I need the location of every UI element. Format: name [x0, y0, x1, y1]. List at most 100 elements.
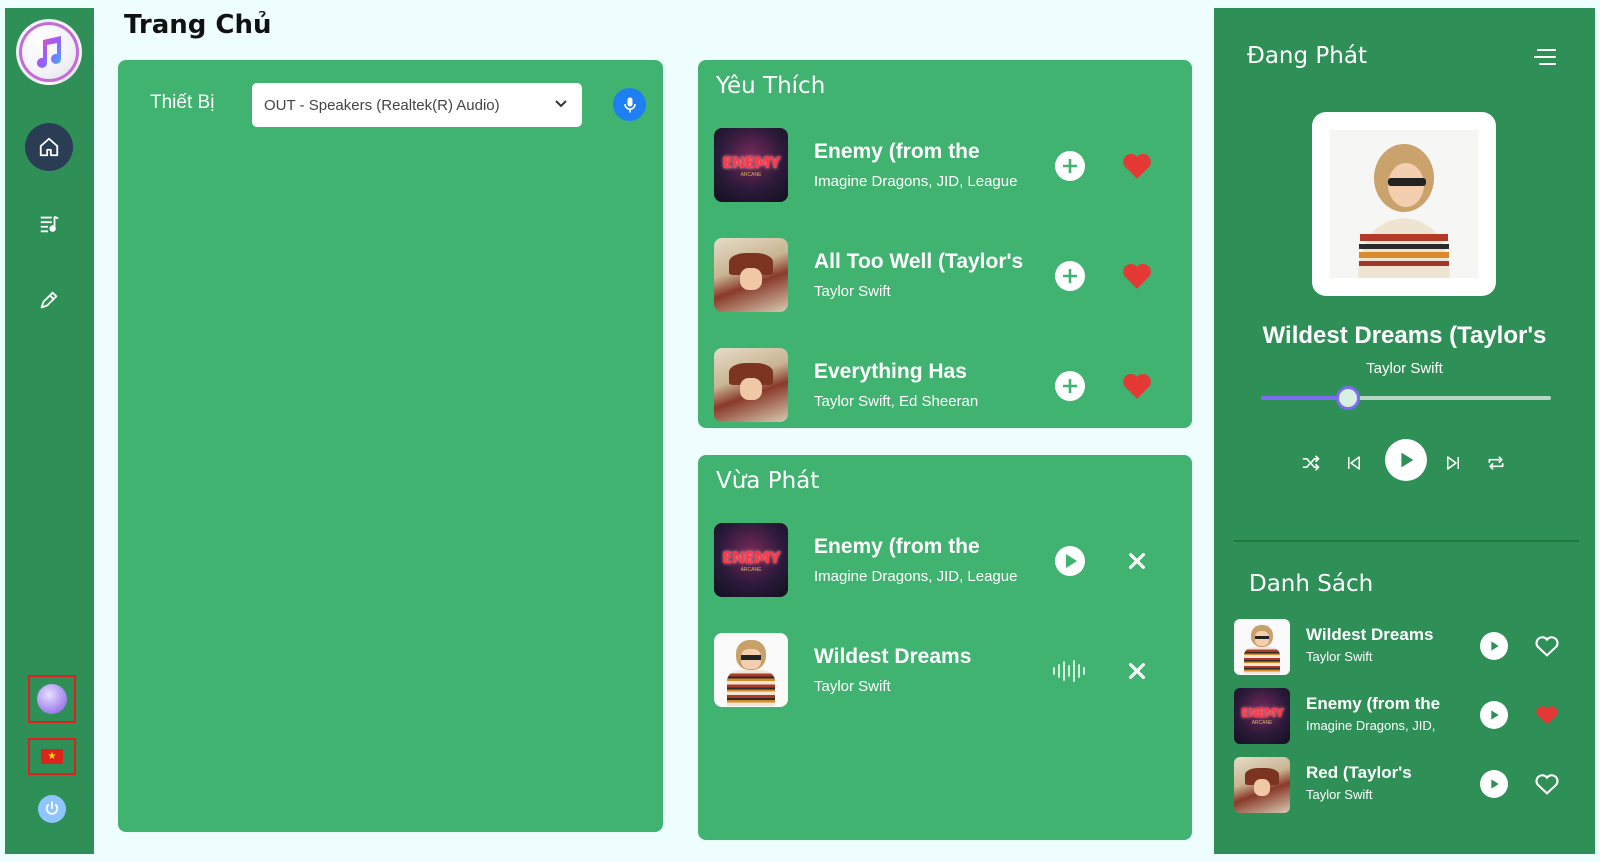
play-button[interactable]	[1480, 632, 1508, 660]
next-button[interactable]	[1442, 452, 1464, 474]
page-title: Trang Chủ	[124, 10, 272, 40]
chevron-down-icon	[555, 100, 567, 108]
song-cover	[714, 633, 788, 707]
song-title: Enemy (from the	[814, 535, 980, 558]
song-title: Wildest Dreams	[1306, 625, 1434, 644]
album-art	[1330, 130, 1478, 278]
song-cover	[714, 238, 788, 312]
skip-next-icon	[1447, 456, 1459, 470]
power-button[interactable]	[38, 795, 66, 823]
theme-toggle[interactable]	[28, 675, 76, 723]
menu-icon[interactable]	[1534, 48, 1556, 66]
add-icon[interactable]	[1054, 150, 1086, 182]
language-toggle[interactable]: ★	[28, 738, 76, 775]
vietnam-flag-icon: ★	[41, 749, 63, 764]
device-select-value: OUT - Speakers (Realtek(R) Audio)	[264, 96, 500, 114]
recent-song-row[interactable]: ENEMY ARCANE Enemy (from the Imagine Drag…	[714, 523, 1184, 597]
song-artist: Taylor Swift	[1306, 649, 1373, 664]
play-button[interactable]	[1385, 439, 1427, 481]
queue-row[interactable]: Wildest Dreams Taylor Swift	[1234, 619, 1579, 675]
sidebar: ★	[5, 8, 94, 854]
song-cover: ENEMY ARCANE	[1234, 688, 1290, 744]
play-icon	[1401, 452, 1414, 468]
skip-previous-icon	[1348, 456, 1360, 470]
song-cover	[1234, 757, 1290, 813]
song-title: Wildest Dreams	[814, 645, 972, 668]
album-cover	[1312, 112, 1496, 296]
like-button[interactable]	[1532, 700, 1562, 730]
recent-song-row[interactable]: Wildest Dreams Taylor Swift	[714, 633, 1184, 707]
favorites-panel: Yêu Thích ENEMY ARCANE Enemy (from the Im…	[698, 60, 1192, 428]
repeat-icon	[1488, 456, 1504, 470]
favorite-song-row[interactable]: Everything Has Taylor Swift, Ed Sheeran	[714, 348, 1184, 422]
queue-title: Danh Sách	[1249, 571, 1374, 597]
heart-outline-icon	[1535, 636, 1559, 657]
song-title: Everything Has	[814, 360, 967, 383]
favorite-song-row[interactable]: ENEMY ARCANE Enemy (from the Imagine Drag…	[714, 128, 1184, 202]
add-icon[interactable]	[1054, 370, 1086, 402]
progress-track[interactable]	[1261, 386, 1551, 410]
music-list-icon	[40, 215, 59, 233]
song-artist: Taylor Swift, Ed Sheeran	[814, 393, 979, 410]
pen-icon	[40, 291, 58, 309]
remove-button[interactable]	[1119, 543, 1155, 579]
queue-row[interactable]: Red (Taylor's Taylor Swift	[1234, 757, 1579, 813]
song-artist: Taylor Swift	[814, 678, 891, 695]
song-artist: Imagine Dragons, JID, League	[814, 568, 1018, 585]
play-button[interactable]	[1480, 701, 1508, 729]
power-icon	[45, 801, 59, 815]
heart-button[interactable]	[1119, 148, 1155, 184]
song-artist: Imagine Dragons, JID,	[1306, 718, 1436, 733]
now-playing-title: Wildest Dreams (Taylor's	[1262, 322, 1547, 349]
heart-button[interactable]	[1119, 368, 1155, 404]
sidebar-item-home[interactable]	[25, 123, 73, 171]
song-artist: Taylor Swift	[1306, 787, 1373, 802]
song-cover: ENEMY ARCANE	[714, 523, 788, 597]
song-cover	[714, 348, 788, 422]
remove-button[interactable]	[1119, 653, 1155, 689]
heart-filled-icon	[1123, 153, 1151, 179]
song-artist: Taylor Swift	[814, 283, 891, 300]
song-cover: ENEMY ARCANE	[714, 128, 788, 202]
sidebar-item-edit[interactable]	[25, 276, 73, 324]
favorite-song-row[interactable]: All Too Well (Taylor's Taylor Swift	[714, 238, 1184, 312]
previous-button[interactable]	[1343, 452, 1365, 474]
device-select[interactable]: OUT - Speakers (Realtek(R) Audio)	[252, 83, 582, 127]
like-button[interactable]	[1532, 631, 1562, 661]
device-label: Thiết Bị	[150, 92, 215, 113]
song-title: Red (Taylor's	[1306, 763, 1412, 782]
progress-handle[interactable]	[1336, 386, 1360, 410]
sidebar-item-playlist[interactable]	[25, 200, 73, 248]
song-title: Enemy (from the	[814, 140, 980, 163]
repeat-button[interactable]	[1485, 452, 1507, 474]
heart-filled-icon	[1536, 706, 1558, 725]
play-icon	[1491, 710, 1499, 720]
like-button[interactable]	[1532, 769, 1562, 799]
play-icon	[1491, 641, 1499, 651]
progress-fill	[1261, 396, 1348, 400]
recent-panel: Vừa Phát ENEMY ARCANE Enemy (from the Ima…	[698, 455, 1192, 840]
sound-wave-icon	[1053, 660, 1085, 682]
music-note-icon	[37, 36, 61, 68]
device-panel: Thiết Bị OUT - Speakers (Realtek(R) Audi…	[118, 60, 663, 832]
close-icon	[1128, 662, 1146, 680]
shuffle-button[interactable]	[1300, 452, 1322, 474]
now-playing-artist: Taylor Swift	[1366, 360, 1443, 377]
add-icon[interactable]	[1054, 260, 1086, 292]
heart-outline-icon	[1535, 774, 1559, 795]
moon-icon	[37, 684, 67, 714]
song-title: All Too Well (Taylor's	[814, 250, 1024, 273]
microphone-icon	[623, 97, 636, 112]
song-title: Enemy (from the	[1306, 694, 1441, 713]
shuffle-icon	[1302, 455, 1320, 471]
queue-row[interactable]: ENEMY ARCANE Enemy (from the Imagine Drag…	[1234, 688, 1579, 744]
now-playing-header: Đang Phát	[1247, 43, 1367, 69]
play-button[interactable]	[1480, 770, 1508, 798]
song-cover	[1234, 619, 1290, 675]
play-icon[interactable]	[1054, 545, 1086, 577]
microphone-button[interactable]	[613, 88, 646, 121]
play-icon	[1491, 779, 1499, 789]
app-logo[interactable]	[16, 19, 82, 85]
favorites-title: Yêu Thích	[716, 73, 826, 99]
heart-button[interactable]	[1119, 258, 1155, 294]
